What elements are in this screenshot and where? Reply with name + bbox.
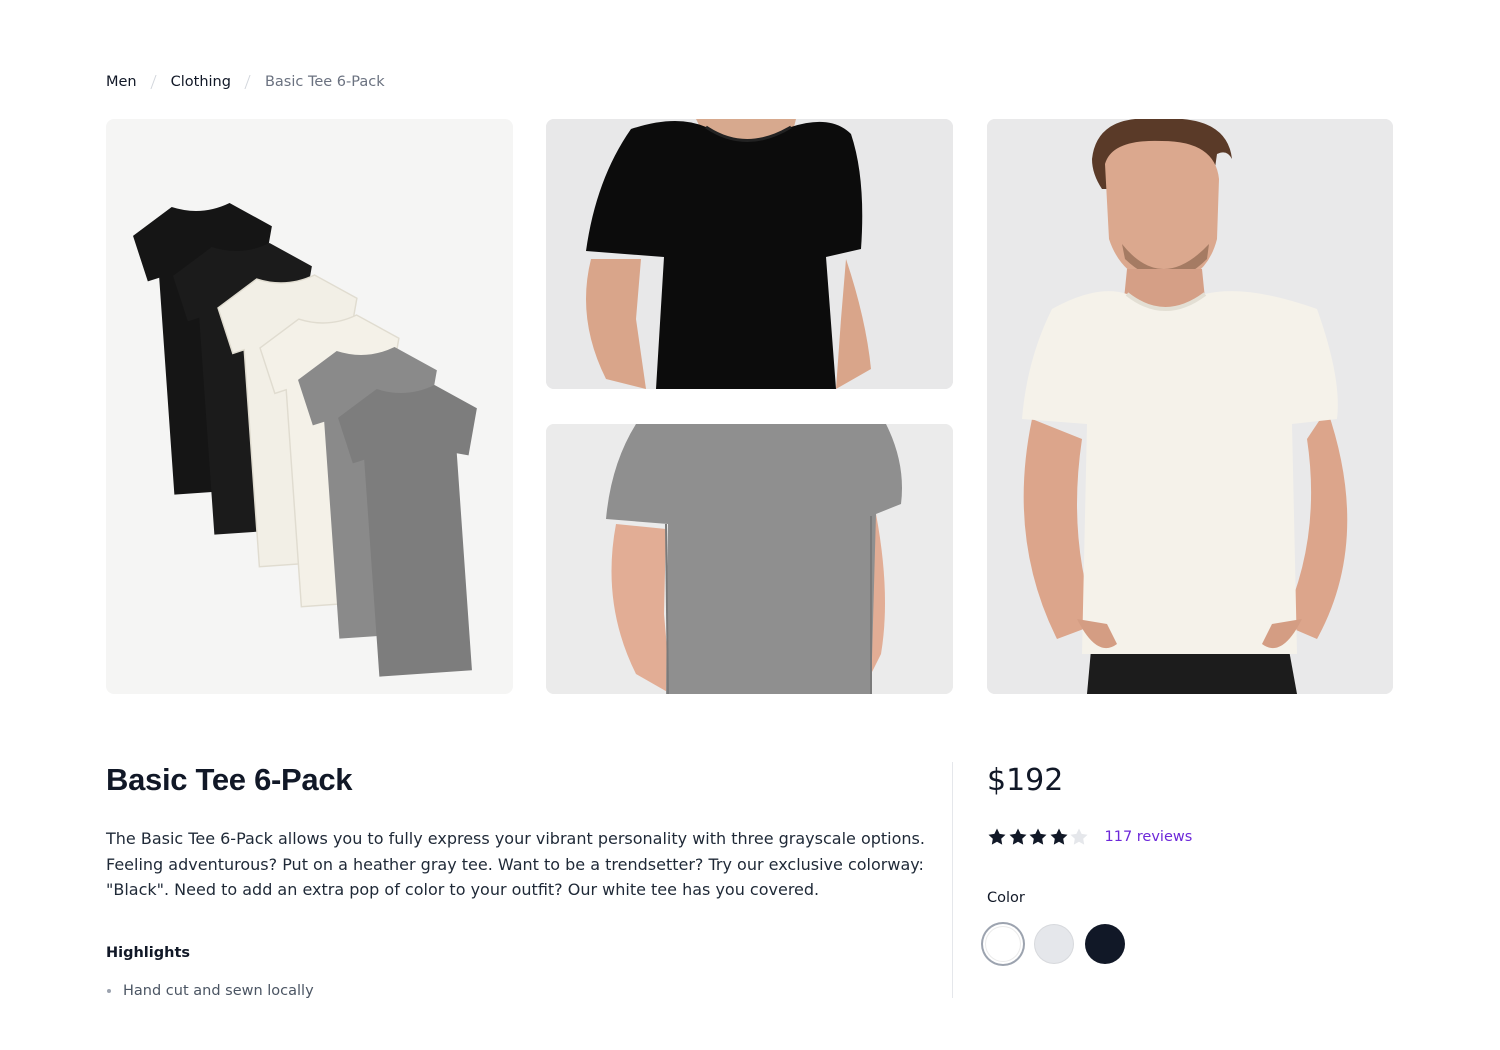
breadcrumb-separator bbox=[151, 74, 157, 90]
color-swatch-gray[interactable] bbox=[1034, 924, 1074, 964]
tee-stack-image bbox=[131, 200, 496, 679]
product-image-white-tee-model[interactable] bbox=[987, 119, 1393, 694]
color-swatch-white[interactable] bbox=[985, 926, 1021, 962]
product-image-tee-pack[interactable] bbox=[106, 119, 513, 694]
product-image-black-tee[interactable] bbox=[546, 119, 953, 389]
highlights-heading: Highlights bbox=[106, 945, 191, 961]
breadcrumb: Men Clothing Basic Tee 6-Pack bbox=[106, 72, 385, 92]
star-rating bbox=[987, 827, 1090, 847]
star-filled-icon bbox=[1009, 828, 1026, 845]
breadcrumb-item-men[interactable]: Men bbox=[106, 74, 137, 90]
breadcrumb-separator bbox=[245, 74, 251, 90]
vertical-divider bbox=[952, 762, 953, 998]
star-empty-icon bbox=[1070, 828, 1088, 845]
reviews-link[interactable]: 117 reviews bbox=[1105, 829, 1193, 845]
product-description: The Basic Tee 6-Pack allows you to fully… bbox=[106, 829, 925, 899]
color-swatches bbox=[983, 924, 1136, 964]
star-filled-icon bbox=[988, 828, 1006, 845]
highlight-item: Hand cut and sewn locally bbox=[106, 983, 314, 999]
bullet-icon bbox=[107, 989, 111, 993]
breadcrumb-current: Basic Tee 6-Pack bbox=[264, 74, 385, 90]
gray-tee-image bbox=[546, 424, 953, 694]
star-filled-icon bbox=[1029, 828, 1047, 845]
highlights-list: Hand cut and sewn locally bbox=[106, 983, 314, 1000]
product-price: $192 bbox=[987, 763, 1064, 798]
product-title: Basic Tee 6-Pack bbox=[106, 762, 353, 797]
color-label: Color bbox=[987, 890, 1025, 906]
product-image-gray-tee[interactable] bbox=[546, 424, 953, 694]
white-tee-image bbox=[987, 119, 1393, 694]
star-filled-icon bbox=[1050, 828, 1067, 845]
rating: 117 reviews bbox=[987, 826, 1192, 848]
breadcrumb-item-clothing[interactable]: Clothing bbox=[171, 74, 231, 90]
black-tee-image bbox=[546, 119, 953, 389]
color-swatch-black[interactable] bbox=[1085, 924, 1125, 964]
highlight-text: Hand cut and sewn locally bbox=[123, 983, 314, 999]
